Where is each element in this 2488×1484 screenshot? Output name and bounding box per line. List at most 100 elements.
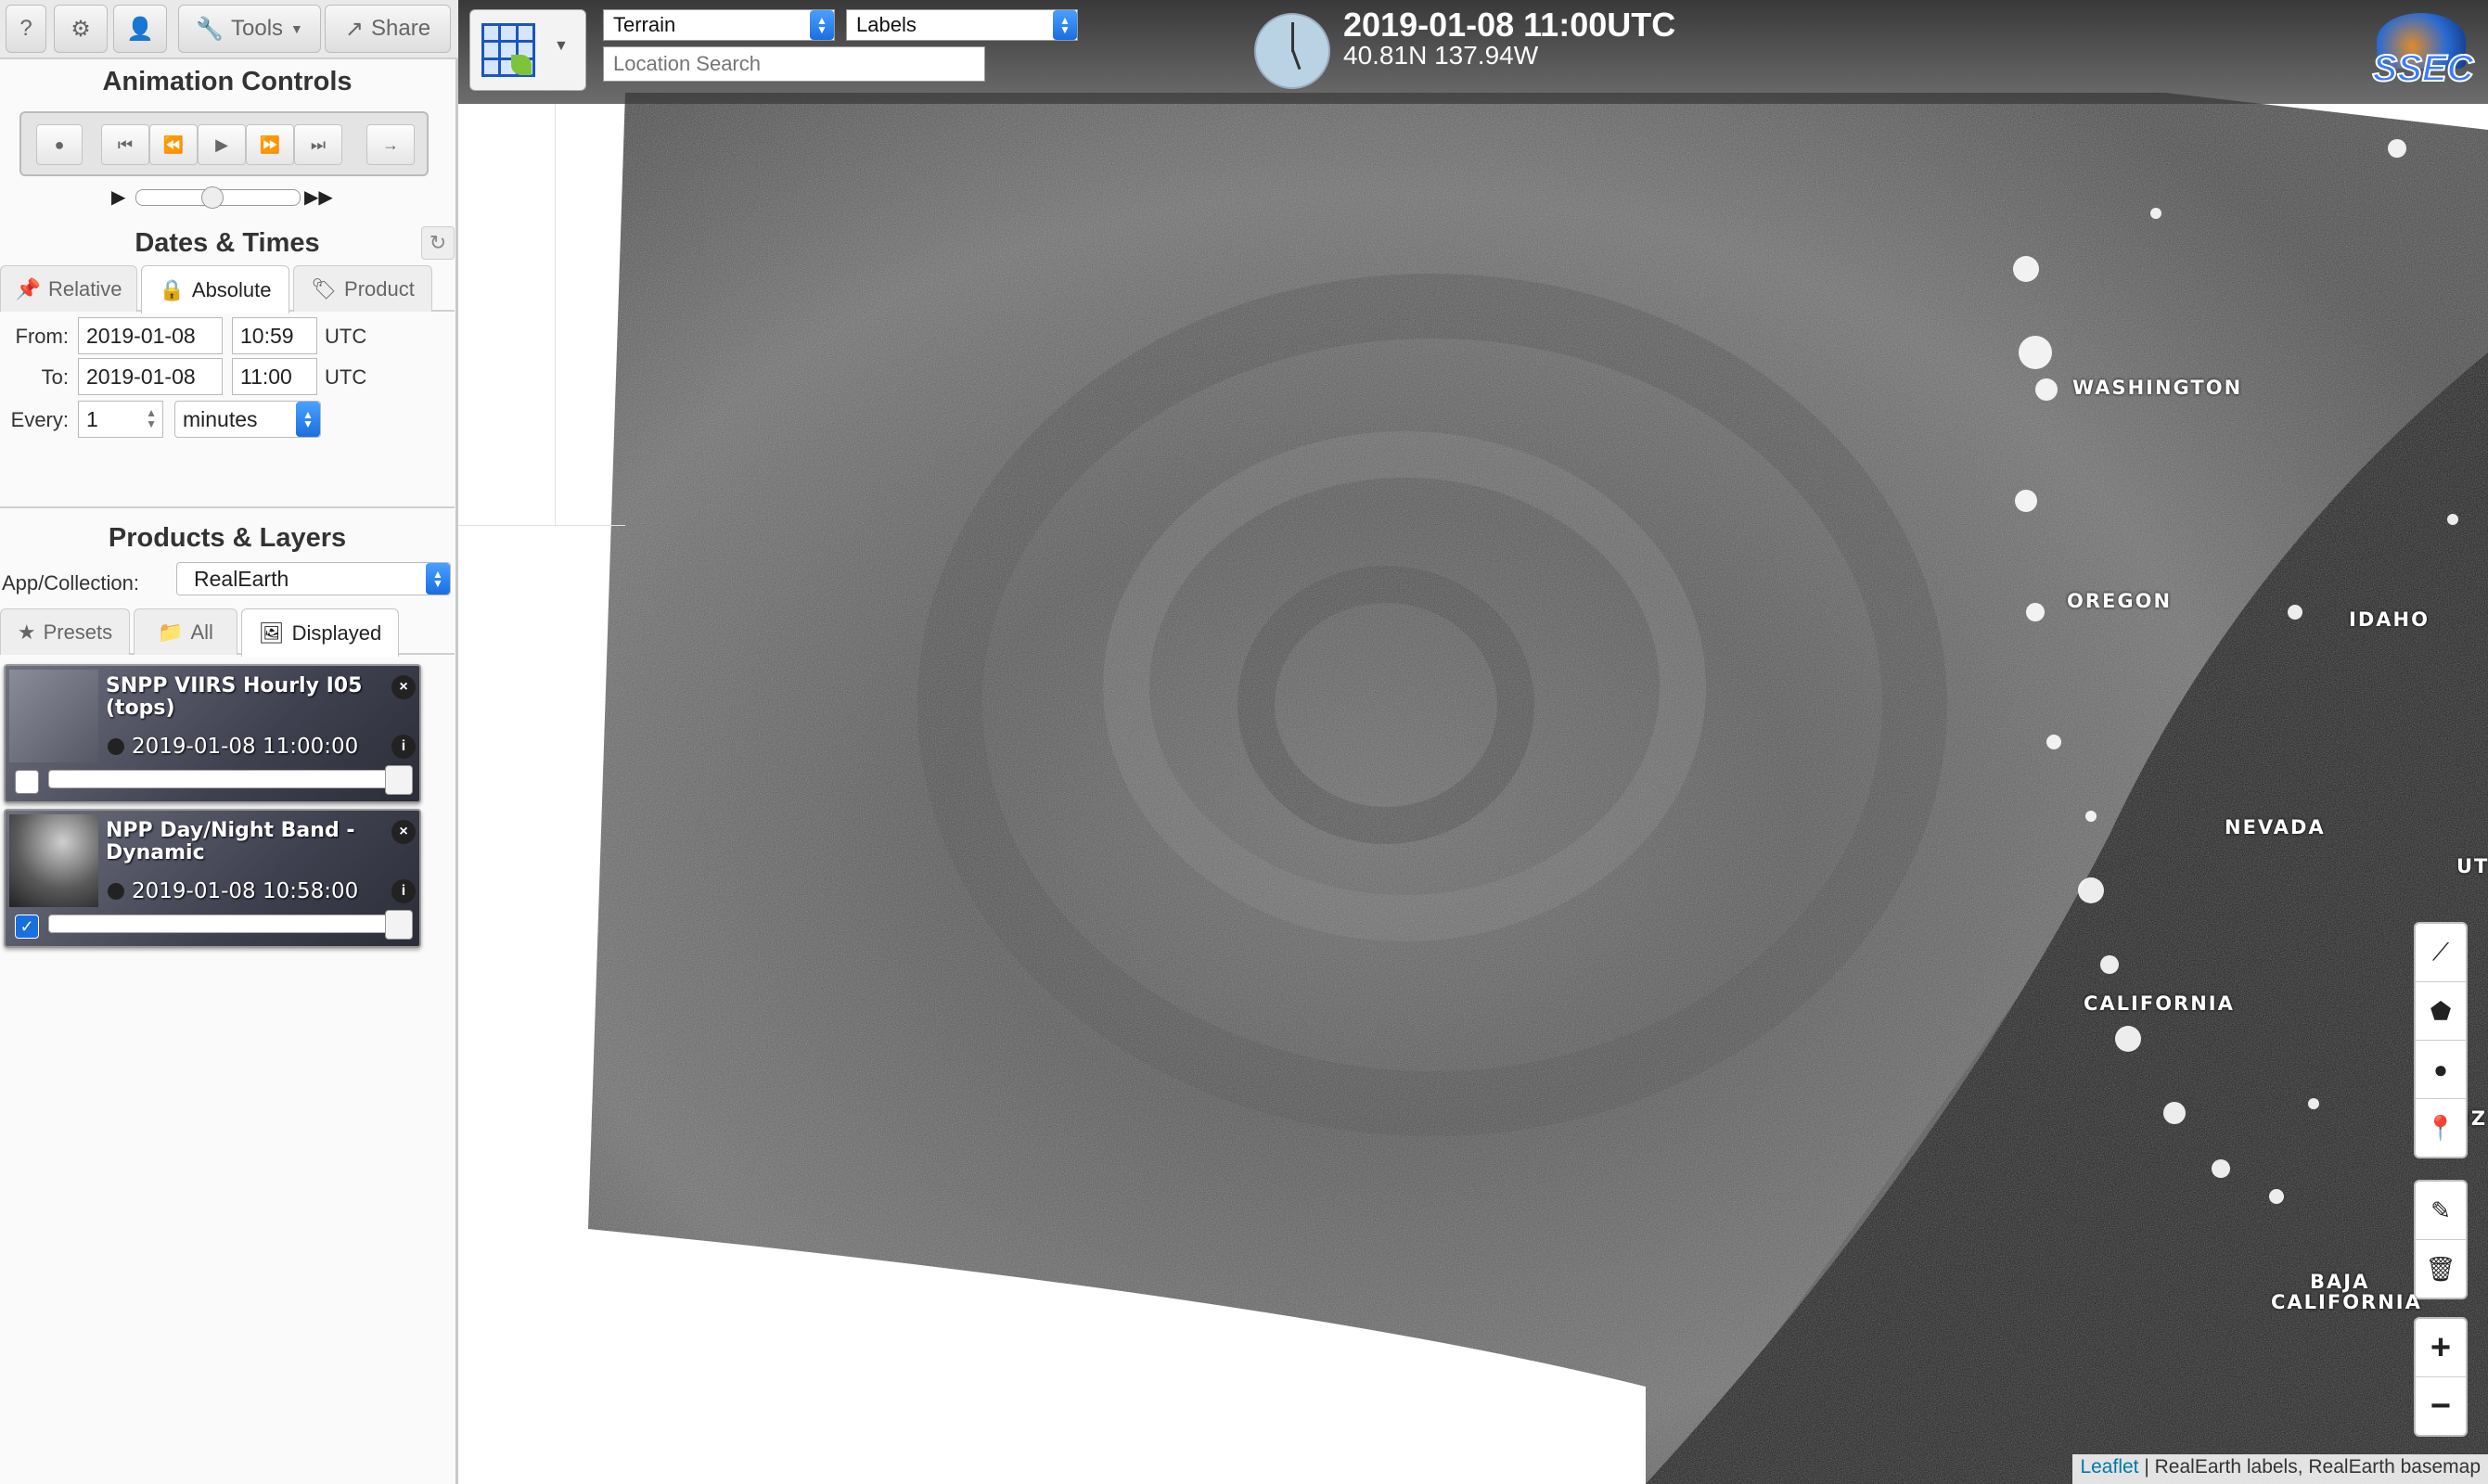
to-date-input[interactable]: 2019-01-08 xyxy=(78,358,223,395)
help-icon: ? xyxy=(19,16,32,41)
first-frame-button[interactable]: ⏮ xyxy=(101,124,149,165)
tools-button[interactable]: 🔧 Tools ▼ xyxy=(178,5,321,53)
zoom-out-button[interactable]: − xyxy=(2416,1377,2466,1435)
select-arrows-icon: ▲ ▼ xyxy=(426,563,450,595)
help-button[interactable]: ? xyxy=(6,5,46,53)
tab-product-label: Product xyxy=(344,276,415,301)
settings-button[interactable]: ⚙ xyxy=(54,5,108,53)
to-time-input[interactable]: 11:00 xyxy=(232,358,317,395)
folder-icon: 📁 xyxy=(158,620,184,644)
date-mode-tabs: 📌 Relative 🔒 Absolute 🏷 Product xyxy=(0,265,455,313)
remove-layer-button[interactable]: × xyxy=(391,675,416,699)
marker-icon: 📍 xyxy=(2425,1113,2456,1142)
tab-all[interactable]: 📁 All xyxy=(134,608,237,655)
place-label: WASHINGTON xyxy=(2072,377,2243,399)
layer-visible-checkbox[interactable] xyxy=(15,770,39,794)
layer-time: 2019-01-08 10:58:00 xyxy=(132,879,359,903)
layer-info-button[interactable]: i xyxy=(391,879,416,903)
collection-value: RealEarth xyxy=(194,567,289,591)
map-view[interactable]: ▼ Terrain ▲▼ Labels ▲▼ 2019-01-08 11:00U… xyxy=(458,0,2488,1484)
arrow-right-icon: → xyxy=(382,134,399,154)
wrench-icon: 🔧 xyxy=(196,16,224,42)
clock-icon xyxy=(108,883,124,900)
basemap-select[interactable]: Terrain ▲ ▼ xyxy=(603,9,835,41)
dates-times-title: Dates & Times xyxy=(135,228,320,258)
zoom-control: + − xyxy=(2414,1317,2468,1437)
location-search-input[interactable] xyxy=(603,46,985,82)
layer-visible-checkbox[interactable]: ✓ xyxy=(15,915,39,939)
check-icon: ✓ xyxy=(19,916,34,936)
speed-slider-handle[interactable] xyxy=(201,186,224,209)
clock-icon xyxy=(108,738,124,755)
place-label: CALIFORNIA xyxy=(2271,1291,2422,1313)
layer-switcher-button[interactable]: ▼ xyxy=(469,9,586,91)
user-button[interactable]: 👤 xyxy=(113,5,167,53)
tab-all-label: All xyxy=(190,620,213,644)
from-time-input[interactable]: 10:59 xyxy=(232,317,317,354)
layer-card[interactable]: SNPP VIIRS Hourly I05 (tops) × 2019-01-0… xyxy=(4,664,421,803)
tab-relative[interactable]: 📌 Relative xyxy=(0,265,137,312)
skip-start-icon: ⏮ xyxy=(117,134,134,154)
map-coordinates: 40.81N 137.94W xyxy=(1343,41,1539,70)
draw-line-button[interactable]: ⟋ xyxy=(2416,924,2466,982)
caret-down-icon: ▼ xyxy=(290,21,303,36)
close-icon: × xyxy=(399,824,408,839)
last-frame-button[interactable]: ⏭ xyxy=(294,124,342,165)
trash-icon: 🗑 xyxy=(2425,1254,2456,1283)
delete-layers-button[interactable]: 🗑 xyxy=(2416,1240,2466,1298)
draw-circle-button[interactable]: ● xyxy=(2416,1041,2466,1099)
edit-icon: ✎ xyxy=(2430,1196,2451,1224)
reset-time-button[interactable]: ↻ xyxy=(421,226,455,260)
zoom-in-button[interactable]: + xyxy=(2416,1319,2466,1377)
layer-time: 2019-01-08 11:00:00 xyxy=(132,735,359,759)
loop-button[interactable]: ● xyxy=(36,124,83,165)
line-icon: ⟋ xyxy=(2431,938,2450,966)
step-forward-button[interactable]: ⏩ xyxy=(246,124,294,165)
every-unit-select[interactable]: minutes ▲ ▼ xyxy=(174,401,321,438)
from-label: From: xyxy=(15,325,69,348)
from-date-input[interactable]: 2019-01-08 xyxy=(78,317,223,354)
tab-relative-label: Relative xyxy=(47,276,122,301)
opacity-handle[interactable] xyxy=(385,765,413,795)
share-button[interactable]: ↗ Share xyxy=(325,5,451,53)
ssec-logo[interactable]: SSEC xyxy=(2367,9,2479,93)
tab-presets-label: Presets xyxy=(43,620,113,644)
tab-displayed[interactable]: 🖼 Displayed xyxy=(241,608,399,657)
select-arrows-icon: ▲ ▼ xyxy=(296,402,320,437)
collection-select[interactable]: RealEarth ▲ ▼ xyxy=(176,562,451,595)
remove-layer-button[interactable]: × xyxy=(391,820,416,844)
leaflet-link[interactable]: Leaflet xyxy=(2080,1456,2138,1478)
basemap-value: Terrain xyxy=(613,13,676,36)
every-unit-value: minutes xyxy=(183,407,258,431)
speed-slider[interactable] xyxy=(135,186,301,209)
tab-absolute[interactable]: 🔒 Absolute xyxy=(141,265,289,313)
labels-value: Labels xyxy=(856,13,917,36)
pin-icon: 📌 xyxy=(15,276,41,301)
play-button[interactable]: ▶ xyxy=(198,124,246,165)
every-stepper[interactable]: 1 ▲ ▼ xyxy=(78,401,163,438)
export-button[interactable]: → xyxy=(366,124,415,165)
labels-select[interactable]: Labels ▲ ▼ xyxy=(846,9,1078,41)
opacity-slider[interactable] xyxy=(48,765,413,795)
place-label: OREGON xyxy=(2067,590,2173,612)
layer-info-button[interactable]: i xyxy=(391,735,416,759)
lock-icon: 🔒 xyxy=(159,277,185,301)
every-value: 1 xyxy=(86,407,98,431)
longitude-line xyxy=(555,104,556,525)
opacity-slider[interactable] xyxy=(48,910,413,940)
place-label: BAJA xyxy=(2310,1271,2370,1293)
opacity-handle[interactable] xyxy=(385,910,413,940)
circle-icon: ● xyxy=(2433,1055,2448,1083)
layer-card[interactable]: NPP Day/Night Band - Dynamic × 2019-01-0… xyxy=(4,809,421,948)
layer-title: SNPP VIIRS Hourly I05 (tops) xyxy=(106,674,363,720)
stepper-arrows-icon[interactable]: ▲ ▼ xyxy=(146,407,157,429)
clock-icon xyxy=(1254,13,1330,89)
tab-presets[interactable]: ★ Presets xyxy=(0,608,130,655)
edit-toolbar: ✎ 🗑 xyxy=(2414,1180,2468,1299)
draw-polygon-button[interactable]: ⬟ xyxy=(2416,982,2466,1041)
share-label: Share xyxy=(371,16,431,41)
draw-marker-button[interactable]: 📍 xyxy=(2416,1099,2466,1157)
tab-product[interactable]: 🏷 Product xyxy=(293,265,432,312)
step-back-button[interactable]: ⏪ xyxy=(149,124,198,165)
edit-layers-button[interactable]: ✎ xyxy=(2416,1182,2466,1240)
